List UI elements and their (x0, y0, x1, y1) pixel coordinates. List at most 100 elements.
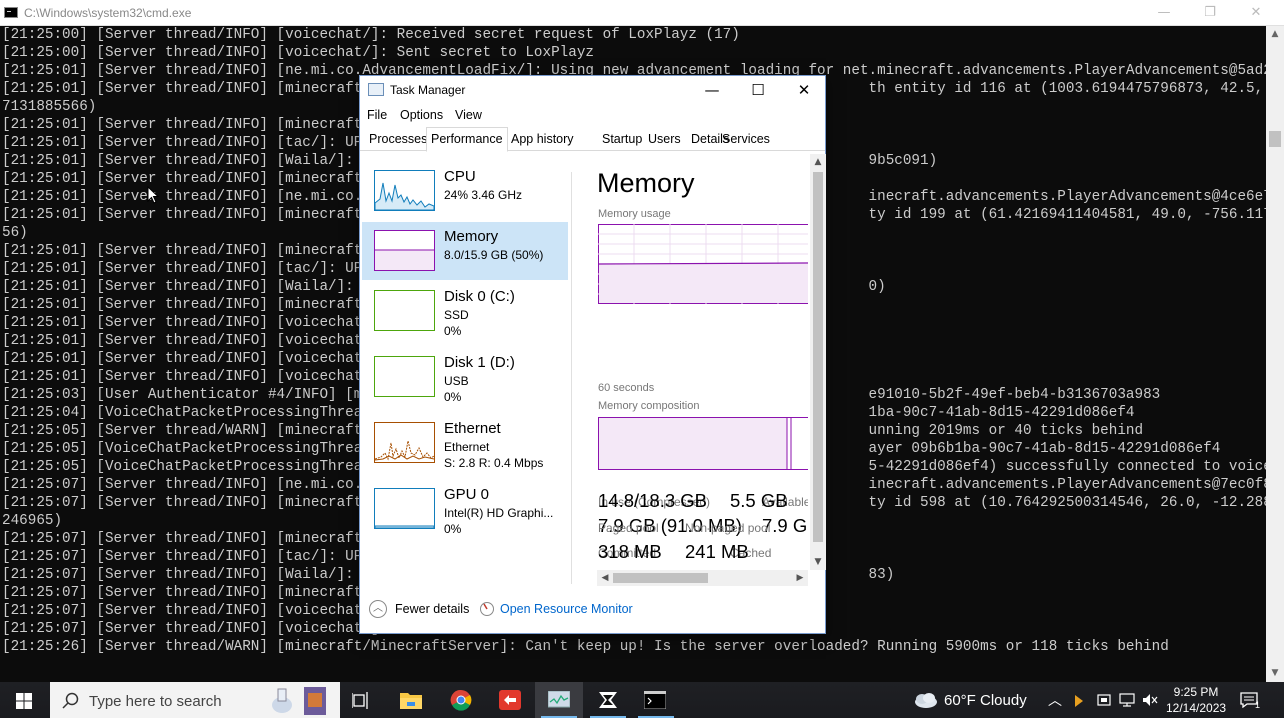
scroll-up-arrow-icon[interactable]: ▲ (1266, 26, 1284, 43)
menu-file[interactable]: File (367, 108, 387, 122)
notification-count: 1 (1255, 700, 1261, 710)
resource-disk0-name: Disk 0 (C:) (444, 288, 515, 305)
tab-startup[interactable]: Startup (598, 130, 646, 151)
cmd-close-button[interactable]: ✕ (1233, 0, 1279, 26)
clock-date[interactable]: 12/14/2023 (1166, 701, 1226, 715)
cmd-scrollbar[interactable]: ▲ ▼ (1266, 26, 1284, 682)
taskbar: Type here to search 60°F Cloudy ︿ 9:25 P… (0, 682, 1284, 718)
taskbar-file-explorer[interactable] (387, 682, 435, 718)
remote-app-icon (499, 690, 521, 710)
menu-view[interactable]: View (455, 108, 482, 122)
tab-performance[interactable]: Performance (426, 127, 508, 152)
tab-users[interactable]: Users (644, 130, 685, 151)
scroll-left-icon[interactable]: ◀ (597, 570, 613, 586)
scroll-right-icon[interactable]: ▶ (792, 570, 808, 586)
resource-ethernet-type: Ethernet (444, 440, 490, 454)
tm-vscroll-thumb[interactable] (813, 172, 823, 542)
taskbar-chrome[interactable] (437, 682, 485, 718)
resource-gpu[interactable]: GPU 0 Intel(R) HD Graphi... 0% (362, 480, 568, 538)
tm-menubar: File Options View (360, 104, 825, 126)
task-manager-taskbar-icon (548, 691, 570, 708)
resource-memory[interactable]: Memory 8.0/15.9 GB (50%) (362, 222, 568, 280)
scroll-down-icon[interactable]: ▼ (810, 554, 826, 570)
menu-options[interactable]: Options (400, 108, 443, 122)
console-line: [21:25:01] [Server thread/INFO] [tac/]: … (2, 135, 389, 151)
tab-services[interactable]: Services (718, 130, 774, 151)
tab-processes[interactable]: Processes (365, 130, 431, 151)
search-icon (62, 692, 79, 709)
gpu-graph-icon (374, 525, 435, 529)
memory-time-label: 60 seconds (598, 382, 655, 394)
disk1-mini-graph (374, 356, 435, 397)
resource-gpu-type: Intel(R) HD Graphi... (444, 506, 554, 520)
task-manager-titlebar[interactable]: Task Manager — ☐ ✕ (360, 76, 825, 104)
fewer-details-link[interactable]: Fewer details (395, 602, 469, 616)
resource-disk0[interactable]: Disk 0 (C:) SSD 0% (362, 282, 568, 340)
scroll-up-icon[interactable]: ▲ (810, 154, 826, 170)
taskbar-app-red[interactable] (486, 682, 534, 718)
clock-time[interactable]: 9:25 PM (1171, 685, 1221, 699)
taskbar-cmd[interactable] (632, 682, 680, 718)
cmd-restore-button[interactable]: ❐ (1187, 0, 1233, 26)
taskbar-task-manager[interactable] (535, 682, 583, 718)
task-view-button[interactable] (337, 682, 385, 718)
console-line: [21:25:01] [Server thread/INFO] [voicech… (2, 333, 389, 349)
task-manager-title: Task Manager (390, 83, 466, 97)
open-resource-monitor-link[interactable]: Open Resource Monitor (500, 602, 633, 616)
volume-muted-icon[interactable] (1142, 693, 1158, 707)
tm-vertical-scrollbar[interactable]: ▲ ▼ (810, 154, 826, 570)
cpu-mini-graph (374, 170, 435, 211)
device-tray-icon[interactable] (1097, 693, 1111, 707)
network-icon[interactable] (1119, 693, 1135, 707)
taskbar-search-box[interactable]: Type here to search (50, 682, 340, 718)
resource-ethernet-name: Ethernet (444, 420, 501, 437)
disk0-mini-graph (374, 290, 435, 331)
console-line: [21:25:01] [Server thread/INFO] [minecra… (2, 171, 389, 187)
cmd-titlebar[interactable]: C:\Windows\system32\cmd.exe — ❐ ✕ (0, 0, 1284, 26)
tm-footer: ︿ Fewer details Open Resource Monitor (360, 596, 825, 626)
resource-disk1[interactable]: Disk 1 (D:) USB 0% (362, 348, 568, 406)
weather-text[interactable]: 60°F Cloudy (944, 692, 1027, 709)
cmd-scroll-thumb[interactable] (1269, 131, 1281, 147)
taskbar-app-game[interactable] (584, 682, 632, 718)
resource-cpu[interactable]: CPU 24% 3.46 GHz (362, 162, 568, 220)
console-line: 246965) (2, 513, 63, 529)
console-line: [21:25:07] [Server thread/INFO] [minecra… (2, 531, 389, 547)
console-line: [21:25:00] [Server thread/INFO] [voicech… (2, 45, 594, 61)
tm-hscroll-thumb[interactable] (613, 573, 708, 583)
console-line: [21:25:07] [Server thread/INFO] [minecra… (2, 585, 389, 601)
memory-panel-title: Memory (597, 168, 695, 198)
resource-list: CPU 24% 3.46 GHz Memory 8.0/15.9 GB (50%… (362, 162, 570, 574)
console-line: 56) (2, 225, 28, 241)
task-view-icon (352, 692, 368, 709)
mouse-cursor-icon (147, 186, 159, 204)
cloudy-weather-icon[interactable] (912, 691, 938, 709)
cmd-minimize-button[interactable]: — (1141, 0, 1187, 26)
scroll-down-arrow-icon[interactable]: ▼ (1266, 665, 1284, 682)
resource-ethernet[interactable]: Ethernet Ethernet S: 2.8 R: 0.4 Mbps (362, 414, 568, 472)
memory-usage-graph (598, 224, 808, 304)
chevron-up-tray-icon[interactable]: ︿ (1048, 690, 1062, 710)
resource-disk1-type: USB (444, 374, 469, 388)
ethernet-graph-icon (374, 440, 435, 461)
cpu-graph-icon (374, 182, 435, 211)
console-line: [21:25:01] [Server thread/INFO] [minecra… (2, 117, 389, 133)
arrow-app-tray-icon[interactable] (1072, 694, 1086, 708)
console-line: [21:25:07] [Server thread/INFO] [voicech… (2, 603, 389, 619)
memory-mini-graph (374, 230, 435, 271)
resource-disk1-name: Disk 1 (D:) (444, 354, 515, 371)
search-placeholder: Type here to search (89, 693, 222, 710)
chevron-up-icon[interactable]: ︿ (369, 600, 387, 618)
tab-app-history[interactable]: App history (507, 130, 578, 151)
resource-cpu-stat: 24% 3.46 GHz (444, 188, 523, 202)
tm-minimize-button[interactable]: — (689, 76, 735, 104)
start-button[interactable] (0, 682, 48, 718)
task-manager-window[interactable]: Task Manager — ☐ ✕ File Options View Pro… (359, 75, 826, 634)
committed-value: 14.8/18.3 GB (598, 490, 708, 511)
console-line: [21:25:01] [Server thread/INFO] [voicech… (2, 369, 389, 385)
tm-close-button[interactable]: ✕ (781, 76, 827, 104)
console-line: 7131885566) (2, 99, 97, 115)
tm-horizontal-scrollbar[interactable]: ◀ ▶ (597, 570, 808, 586)
search-highlight-icon (272, 687, 326, 715)
tm-maximize-button[interactable]: ☐ (735, 76, 781, 104)
